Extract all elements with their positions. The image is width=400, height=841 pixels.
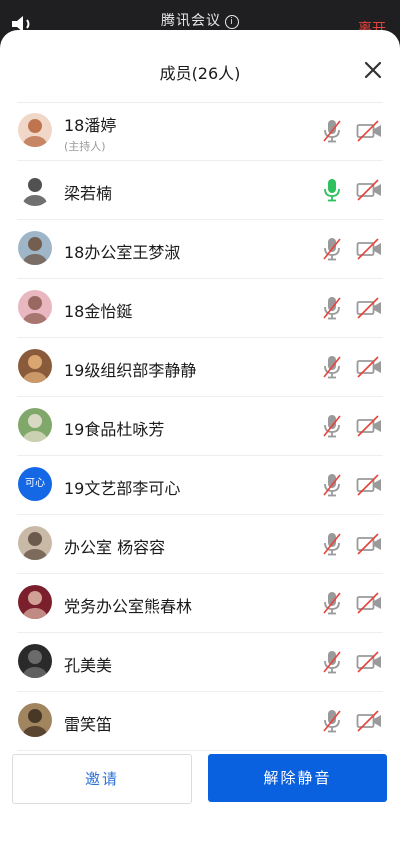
- camera-off-icon[interactable]: [356, 356, 383, 378]
- member-row[interactable]: 党务办公室熊春林: [17, 574, 383, 633]
- member-row[interactable]: 19食品杜咏芳: [17, 397, 383, 456]
- member-row[interactable]: 雷笑笛: [17, 692, 383, 751]
- avatar: [18, 408, 52, 442]
- meeting-title-text: 腾讯会议: [161, 13, 221, 29]
- microphone-muted-icon[interactable]: [321, 413, 343, 439]
- camera-off-icon[interactable]: [356, 651, 383, 673]
- member-row[interactable]: 19级组织部李静静: [17, 338, 383, 397]
- member-name: 党务办公室熊春林: [64, 597, 193, 616]
- avatar: [18, 290, 52, 324]
- member-name: 19级组织部李静静: [64, 361, 197, 380]
- member-row[interactable]: 办公室 杨容容: [17, 515, 383, 574]
- member-row[interactable]: 梁若楠: [17, 161, 383, 220]
- member-row[interactable]: 18办公室王梦淑: [17, 220, 383, 279]
- microphone-muted-icon[interactable]: [321, 708, 343, 734]
- member-row[interactable]: 孔美美: [17, 633, 383, 692]
- unmute-all-button[interactable]: 解除静音: [208, 754, 387, 802]
- member-row[interactable]: 18金怡鋋: [17, 279, 383, 338]
- sheet-title: 成员(26人): [159, 64, 241, 83]
- microphone-muted-icon[interactable]: [321, 472, 343, 498]
- microphone-muted-icon[interactable]: [321, 649, 343, 675]
- member-name: 梁若楠: [64, 184, 113, 203]
- invite-button[interactable]: 邀请: [12, 754, 192, 804]
- microphone-muted-icon[interactable]: [321, 590, 343, 616]
- avatar: [18, 349, 52, 383]
- avatar: [18, 113, 52, 147]
- info-icon[interactable]: i: [225, 15, 239, 29]
- meeting-title[interactable]: 腾讯会议 i: [0, 10, 400, 30]
- member-row[interactable]: 可心 19文艺部李可心: [17, 456, 383, 515]
- member-name: 孔美美: [64, 656, 113, 675]
- camera-off-icon[interactable]: [356, 533, 383, 555]
- member-row[interactable]: 18潘婷 (主持人): [17, 102, 383, 161]
- member-name: 18潘婷: [64, 116, 117, 135]
- member-role: (主持人): [64, 140, 106, 153]
- avatar: [18, 526, 52, 560]
- camera-off-icon[interactable]: [356, 297, 383, 319]
- microphone-on-icon[interactable]: [321, 177, 343, 203]
- avatar: [18, 231, 52, 265]
- members-sheet: 成员(26人) 18潘婷 (主持人) 梁若楠 18办公室王梦淑 18金怡鋋 19级组织部李…: [0, 30, 400, 841]
- microphone-muted-icon[interactable]: [321, 531, 343, 557]
- avatar: [18, 703, 52, 737]
- member-list: 18潘婷 (主持人) 梁若楠 18办公室王梦淑 18金怡鋋 19级组织部李静静 19食品杜咏…: [0, 102, 400, 751]
- microphone-muted-icon[interactable]: [321, 236, 343, 262]
- member-name: 18金怡鋋: [64, 302, 133, 321]
- member-name: 19食品杜咏芳: [64, 420, 165, 439]
- camera-off-icon[interactable]: [356, 238, 383, 260]
- camera-off-icon[interactable]: [356, 474, 383, 496]
- member-name: 19文艺部李可心: [64, 479, 181, 498]
- sheet-header: 成员(26人): [17, 30, 383, 103]
- avatar: [18, 644, 52, 678]
- close-icon[interactable]: [363, 60, 383, 80]
- camera-off-icon[interactable]: [356, 710, 383, 732]
- avatar: [18, 172, 52, 206]
- camera-off-icon[interactable]: [356, 179, 383, 201]
- camera-off-icon[interactable]: [356, 415, 383, 437]
- avatar: [18, 585, 52, 619]
- microphone-muted-icon[interactable]: [321, 295, 343, 321]
- avatar: 可心: [18, 467, 52, 501]
- camera-off-icon[interactable]: [356, 120, 383, 142]
- member-name: 18办公室王梦淑: [64, 243, 181, 262]
- camera-off-icon[interactable]: [356, 592, 383, 614]
- member-name: 雷笑笛: [64, 715, 113, 734]
- member-name: 办公室 杨容容: [64, 538, 166, 557]
- microphone-muted-icon[interactable]: [321, 118, 343, 144]
- microphone-muted-icon[interactable]: [321, 354, 343, 380]
